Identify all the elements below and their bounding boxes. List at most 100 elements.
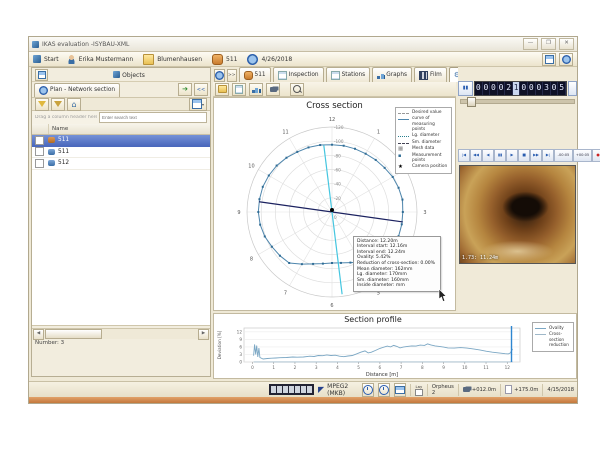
svg-text:8: 8 [421, 365, 424, 370]
star-swatch-icon: ★ [398, 165, 409, 170]
search-input[interactable] [99, 112, 207, 123]
ribbon-item-511[interactable]: 511 [212, 54, 237, 65]
section-profile-chart[interactable]: 0369120123456789101112Distance [m]Deviat… [214, 324, 532, 378]
minimize-button[interactable]: — [523, 38, 538, 50]
svg-text:3: 3 [239, 352, 242, 357]
pause-icon[interactable]: ▮▮ [458, 81, 473, 96]
playback-button-4[interactable]: ▶ [506, 149, 518, 162]
object-list: 511511512 [32, 135, 210, 326]
row-checkbox[interactable] [35, 159, 44, 168]
ribbon-item-4-26-2018[interactable]: 4/26/2018 [247, 54, 292, 65]
svg-text:6: 6 [239, 344, 242, 349]
tab-stations[interactable]: Stations [326, 67, 371, 82]
row-checkbox[interactable] [35, 147, 44, 156]
horizontal-scrollbar[interactable]: ◀ ▶ [32, 328, 210, 339]
counter-digit: 0 [475, 82, 483, 95]
table-row[interactable]: 512 [32, 158, 210, 170]
film-strip-icon[interactable] [269, 384, 314, 395]
device-label: Orpheus 2 [427, 384, 454, 396]
scroll-left-icon[interactable]: ◀ [33, 329, 44, 340]
maximize-button[interactable]: ❐ [541, 38, 556, 50]
svg-text:4: 4 [336, 365, 339, 370]
step-label-button[interactable]: +00:05 [573, 149, 592, 162]
collapse-panel-button[interactable]: << [194, 83, 208, 96]
ribbon-item-blumenhausen[interactable]: Blumenhausen [143, 54, 202, 65]
home-icon[interactable]: ⌂ [67, 98, 81, 111]
view-mode-button[interactable]: ▾ [189, 98, 207, 111]
start-menu-button[interactable]: Start [33, 55, 59, 63]
screenshot-canvas: IKAS evaluation -ISYBAU-XML — ❐ ✕ Start … [0, 0, 600, 450]
playback-button-5[interactable]: ■ [518, 149, 530, 162]
legend-entry: ▪Measurement points [398, 153, 449, 164]
gauge-icon-2[interactable] [378, 383, 390, 397]
svg-text:-20: -20 [334, 196, 341, 201]
video-seek-slider[interactable] [460, 99, 575, 104]
row-checkbox[interactable] [35, 136, 44, 145]
monitor-icon[interactable] [394, 383, 406, 397]
svg-text:12: 12 [329, 117, 335, 123]
help-icon[interactable] [559, 53, 573, 66]
slider-thumb[interactable] [467, 97, 476, 107]
ribbon-item-erika-mustermann[interactable]: Erika Mustermann [67, 54, 134, 65]
gauge-icon-1[interactable] [362, 383, 374, 397]
tab-film[interactable]: Film [414, 67, 447, 82]
pipe-icon [212, 54, 223, 65]
table-row[interactable]: 511 [32, 135, 210, 147]
green-arrow-icon: ➔ [182, 85, 188, 94]
svg-text:3: 3 [423, 210, 426, 216]
panels-icon[interactable] [542, 53, 556, 66]
camera-video-frame[interactable]: 1.73: 11.24m [459, 165, 576, 264]
scrollbar-thumb[interactable] [45, 329, 102, 339]
playback-button-7[interactable]: ▶| [542, 149, 554, 162]
legend-label: Ovality [549, 325, 564, 330]
list-column-header[interactable]: Name [32, 124, 210, 135]
svg-text:7: 7 [400, 365, 403, 370]
svg-text:0: 0 [239, 360, 242, 365]
dash-dark-swatch-icon [398, 141, 409, 146]
camera-icon[interactable] [266, 83, 280, 96]
svg-text:-100: -100 [334, 139, 344, 144]
tab-plan-network-section[interactable]: Plan - Network section [34, 83, 120, 97]
mpeg-logo-icon: ◤ [318, 385, 324, 394]
legend-label: Cross-section reduction [549, 331, 571, 347]
record-button[interactable]: ● [592, 149, 600, 162]
counter-digit: 0 [551, 82, 559, 95]
lay-toggle[interactable]: Lay [410, 384, 423, 396]
close-button[interactable]: ✕ [559, 38, 574, 50]
camera-position-readout: +012.0m [458, 384, 496, 396]
counter-digit: 0 [536, 82, 544, 95]
playback-button-0[interactable]: |◀ [458, 149, 470, 162]
counter-digit: 5 [558, 82, 566, 95]
filter-icon[interactable] [35, 98, 49, 111]
scroll-right-icon[interactable]: ▶ [198, 329, 209, 340]
legend-label: Sm. diameter [412, 140, 441, 145]
playback-button-2[interactable]: ◀ [482, 149, 494, 162]
tab-graphs[interactable]: Graphs [372, 67, 412, 82]
step-label-button[interactable]: -00:05 [554, 149, 573, 162]
lay-checkbox[interactable] [415, 389, 423, 396]
pipe-icon [48, 160, 55, 166]
nav-icon[interactable] [214, 69, 225, 82]
counter-end-button[interactable] [568, 81, 577, 96]
save-icon[interactable] [215, 83, 229, 96]
playback-button-3[interactable]: ▮▮ [494, 149, 506, 162]
info-line: Inside diameter: mm [357, 283, 437, 289]
table-row[interactable]: 511 [32, 147, 210, 159]
image-icon[interactable] [249, 83, 263, 96]
print-icon[interactable] [232, 83, 246, 96]
tab-511[interactable]: 511 [239, 67, 271, 82]
filter-edit-icon[interactable] [51, 98, 65, 111]
playback-button-1[interactable]: ◀◀ [470, 149, 482, 162]
plan-tab-row: Plan - Network section ➔ << [32, 82, 210, 97]
svg-text:-120: -120 [334, 125, 344, 130]
objects-menu-button[interactable] [35, 69, 48, 81]
video-slider-row [458, 97, 577, 106]
tab-overflow-button[interactable]: >> [227, 69, 237, 82]
zoom-icon[interactable] [290, 83, 304, 96]
svg-text:1: 1 [272, 365, 275, 370]
go-button[interactable]: ➔ [178, 83, 192, 96]
tab-inspection[interactable]: Inspection [273, 67, 324, 82]
playback-button-6[interactable]: ▶▶ [530, 149, 542, 162]
counter-digit: 0 [528, 82, 536, 95]
pipe-position-readout: +175.0m [500, 384, 538, 396]
